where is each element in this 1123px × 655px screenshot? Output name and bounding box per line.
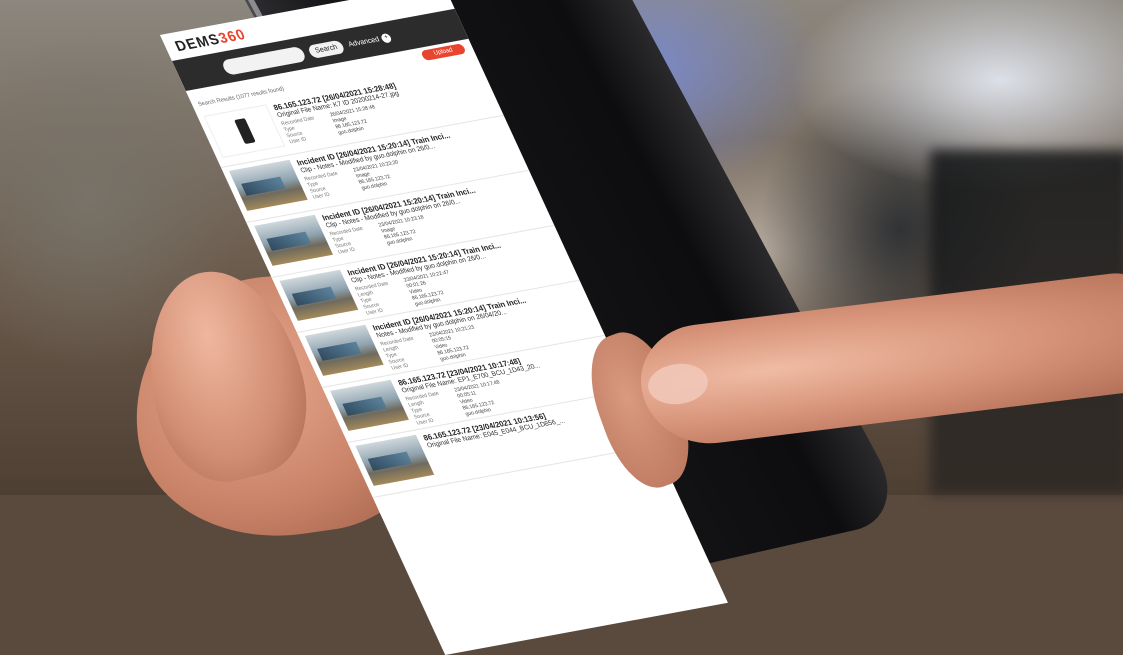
result-thumbnail[interactable] [330,379,409,431]
advanced-label: Advanced [347,35,381,49]
result-thumbnail[interactable] [203,104,286,158]
search-button[interactable]: Search [306,39,346,59]
advanced-search-toggle[interactable]: Advanced + [347,32,393,49]
upload-button[interactable]: Upload [420,43,467,61]
result-thumbnail[interactable] [304,324,384,376]
plus-icon: + [379,32,393,44]
result-thumbnail[interactable] [254,214,334,266]
result-thumbnail[interactable] [228,159,308,211]
result-thumbnail[interactable] [355,434,435,486]
result-thumbnail[interactable] [279,269,359,321]
